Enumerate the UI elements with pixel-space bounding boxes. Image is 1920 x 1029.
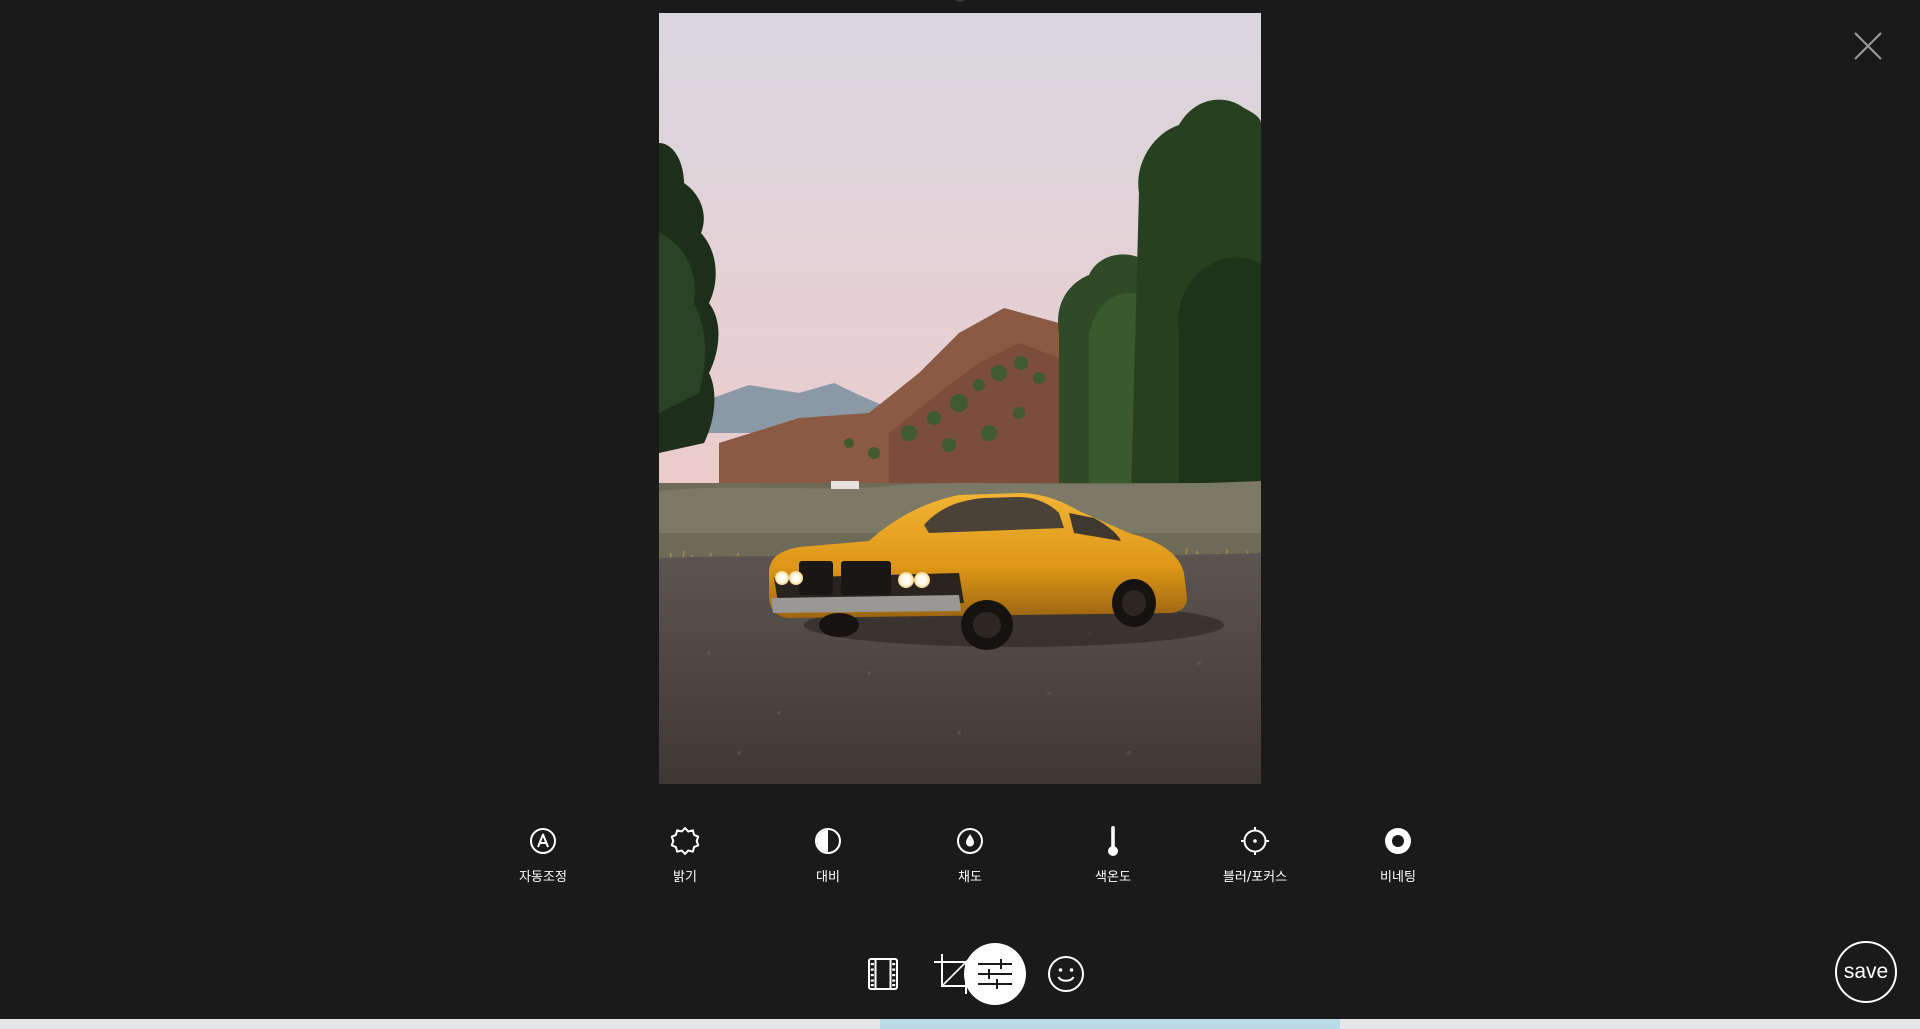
adjust-contrast[interactable]: 대비 bbox=[773, 826, 883, 900]
brightness-icon bbox=[670, 826, 700, 856]
adjust-contrast-label: 대비 bbox=[816, 870, 840, 885]
adjust-blur-focus-label: 블러/포커스 bbox=[1222, 870, 1288, 885]
vignette-icon bbox=[1383, 826, 1413, 856]
tool-adjust[interactable] bbox=[964, 943, 1026, 1005]
adjust-blur-focus[interactable]: 블러/포커스 bbox=[1200, 826, 1310, 900]
adjust-brightness-label: 밝기 bbox=[673, 870, 697, 885]
close-button[interactable] bbox=[1852, 30, 1884, 62]
save-button[interactable]: save bbox=[1835, 941, 1897, 1003]
tool-filter[interactable] bbox=[852, 943, 914, 1005]
adjust-auto-label: 자동조정 bbox=[519, 870, 567, 885]
photo-editor: 자동조정 밝기 대비 채도 색온도 블러/포커스 비네팅 save bbox=[0, 0, 1920, 1029]
adjust-temperature-label: 색온도 bbox=[1095, 870, 1131, 885]
close-icon bbox=[1854, 32, 1882, 60]
adjust-sliders-icon bbox=[978, 959, 1012, 989]
editor-tool-bar bbox=[820, 943, 1100, 1007]
tool-sticker[interactable] bbox=[1035, 943, 1097, 1005]
sticker-smiley-icon bbox=[1048, 956, 1084, 992]
thermometer-icon bbox=[1098, 826, 1128, 856]
adjust-vignette[interactable]: 비네팅 bbox=[1343, 826, 1453, 900]
adjustment-options: 자동조정 밝기 대비 채도 색온도 블러/포커스 비네팅 bbox=[460, 826, 1460, 900]
adjust-brightness[interactable]: 밝기 bbox=[630, 826, 740, 900]
yellow-classic-car-photo bbox=[659, 13, 1261, 784]
bottom-edge-accent bbox=[880, 1019, 1340, 1029]
filter-film-icon bbox=[868, 958, 898, 990]
adjust-saturation-label: 채도 bbox=[958, 870, 982, 885]
contrast-icon bbox=[813, 826, 843, 856]
focus-target-icon bbox=[1240, 826, 1270, 856]
photo-canvas[interactable] bbox=[659, 13, 1261, 784]
adjust-saturation[interactable]: 채도 bbox=[915, 826, 1025, 900]
saturation-drop-icon bbox=[955, 826, 985, 856]
adjust-auto[interactable]: 자동조정 bbox=[488, 826, 598, 900]
adjust-vignette-label: 비네팅 bbox=[1380, 870, 1416, 885]
top-handle bbox=[953, 0, 967, 2]
auto-adjust-icon bbox=[528, 826, 558, 856]
bottom-edge-strip bbox=[0, 1019, 1920, 1029]
adjust-temperature[interactable]: 색온도 bbox=[1058, 826, 1168, 900]
